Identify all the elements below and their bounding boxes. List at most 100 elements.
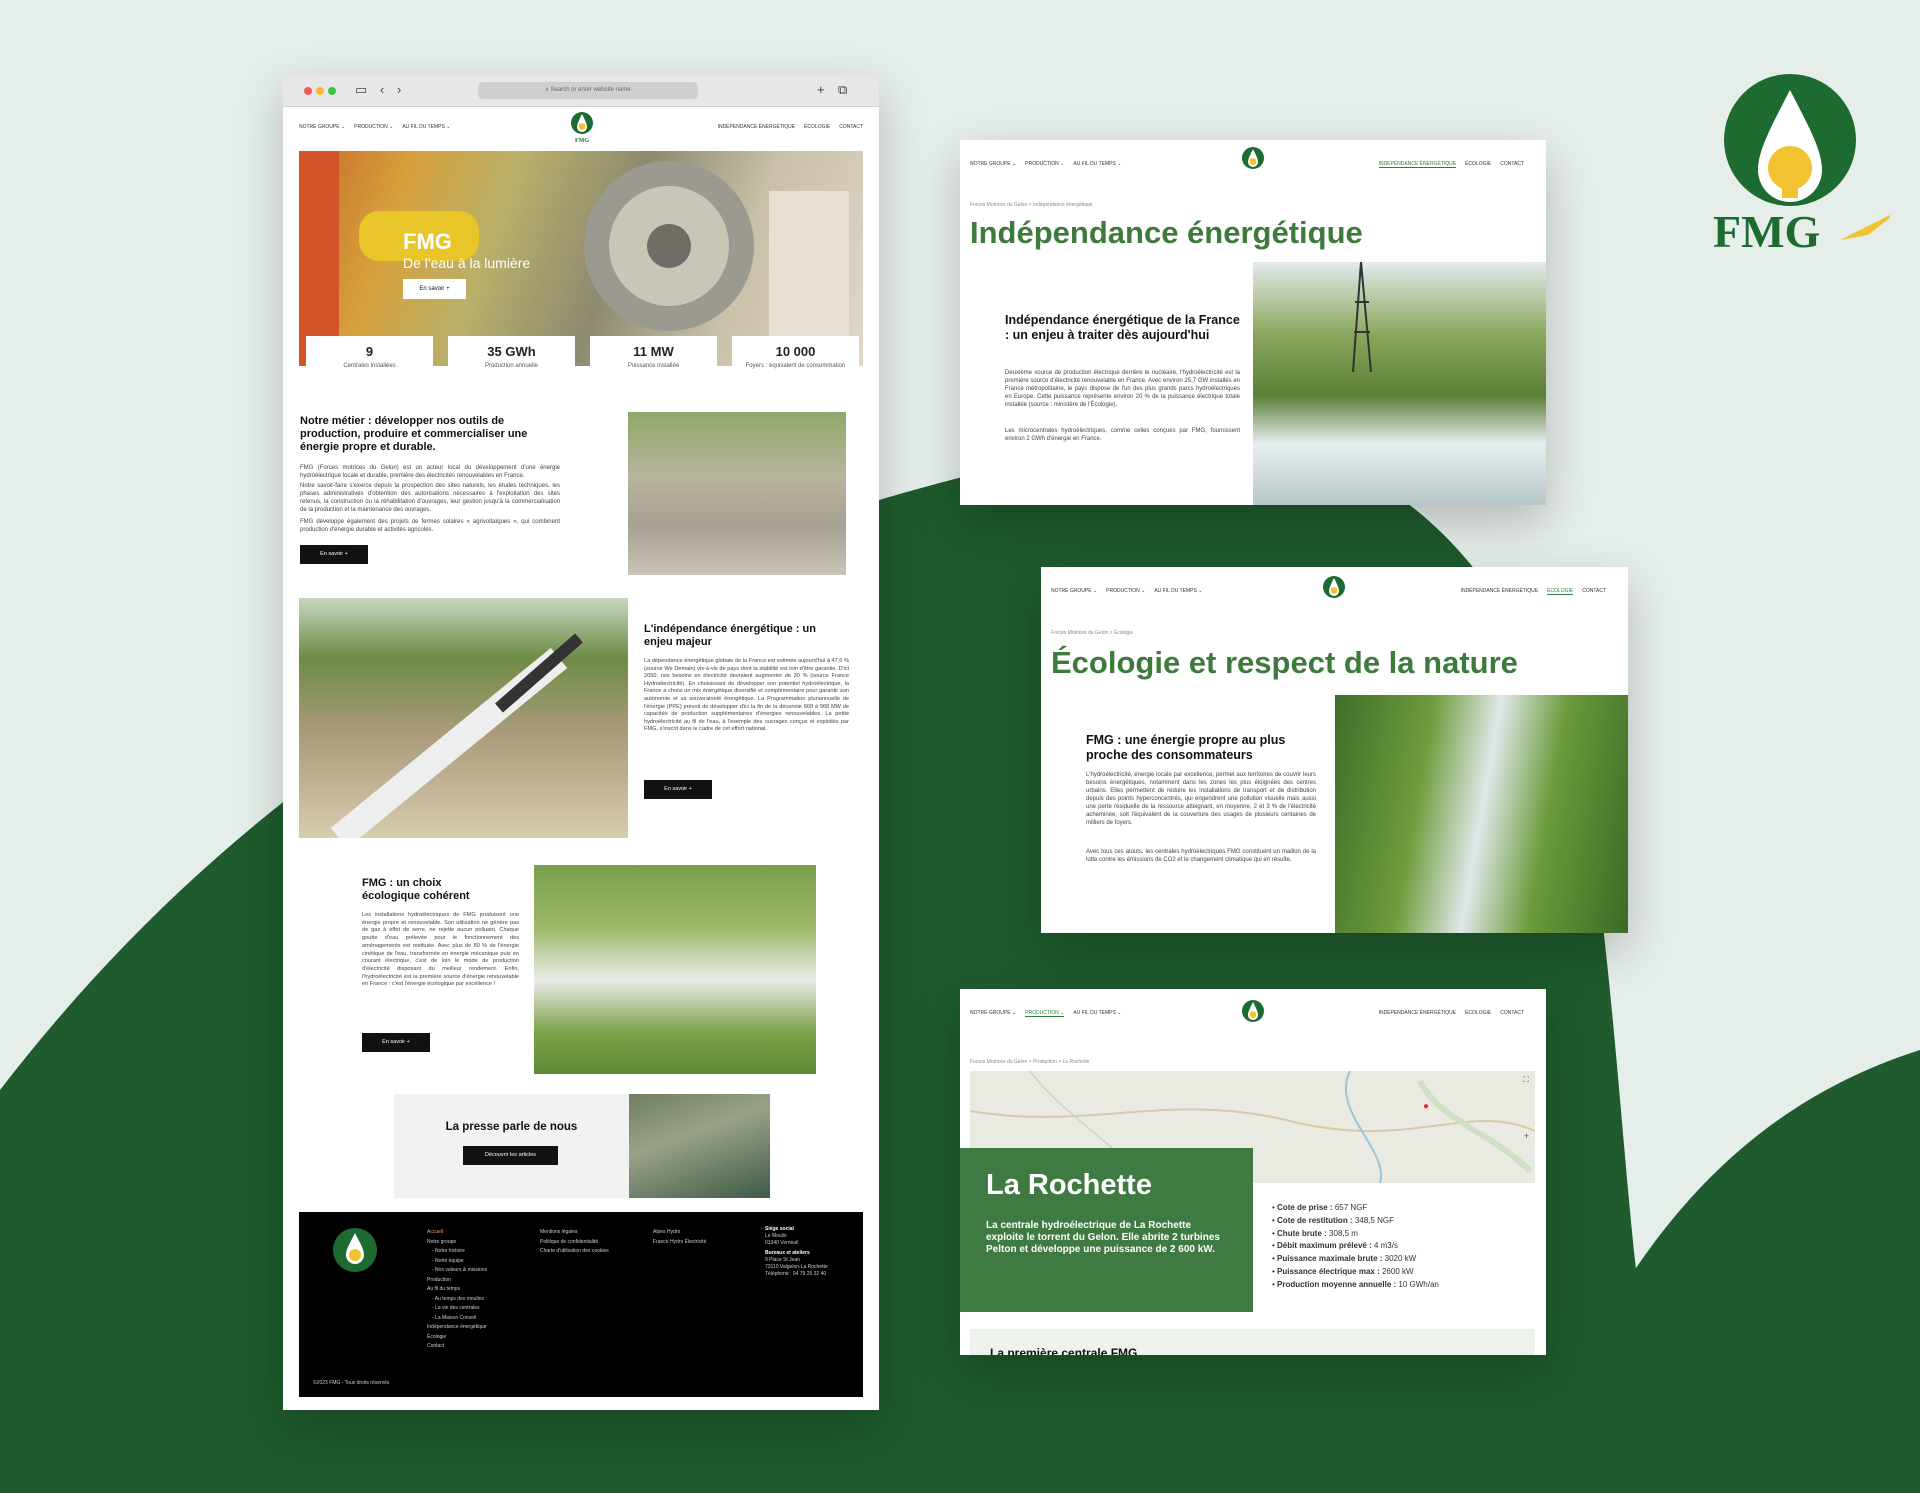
footer-link[interactable]: - La Maison Conseil [427,1314,487,1324]
nav-ecologie[interactable]: ÉCOLOGIE [1465,1010,1491,1016]
footer-col-address: Siège social Le Moulin 01340 Verneuil Bu… [765,1226,828,1278]
nav-contact[interactable]: CONTACT [1500,1010,1524,1016]
footer-heading: Bureaux et ateliers [765,1250,810,1256]
nav-ecologie[interactable]: ÉCOLOGIE [1547,588,1574,595]
site-logo-icon[interactable] [1240,146,1266,180]
minimize-dot[interactable] [316,87,324,95]
nav-notre-groupe[interactable]: NOTRE GROUPE ⌄ [970,1010,1016,1017]
spec-item: • Puissance maximale brute : 3020 kW [1272,1254,1417,1264]
nav-contact[interactable]: CONTACT [1500,161,1524,168]
footer-link[interactable]: Production [427,1276,487,1286]
url-bar[interactable]: ⌕ Search or enter website name [478,82,698,99]
stat-label: Centrales installées [343,363,396,369]
breadcrumb[interactable]: Forces Motrices du Gelon > Écologie [1051,630,1133,636]
site-nav: NOTRE GROUPE ⌄ PRODUCTION ⌄ AU FIL DU TE… [283,107,879,149]
footer-link[interactable]: Accueil [427,1228,487,1238]
footer-link[interactable]: Mentions légales [540,1228,609,1238]
card-nav: NOTRE GROUPE ⌄ PRODUCTION ⌄ AU FIL DU TEMP… [960,989,1546,1039]
breadcrumb[interactable]: Forces Motrices du Gelon > Production > … [970,1059,1090,1065]
breadcrumb[interactable]: Forces Motrices du Gelon > Indépendance … [970,202,1092,208]
browser-toolbar: ▭ ‹ › ⌕ Search or enter website name + ⧉ [283,75,879,107]
page-title: La Rochette [986,1169,1152,1201]
maximize-dot[interactable] [328,87,336,95]
footer-link[interactable]: - Notre équipe [427,1257,487,1267]
footer-col-partners: Alpes Hydro France Hydro Électricité [653,1228,706,1247]
footer-link[interactable]: - La vie des centrales [427,1304,487,1314]
footer-link[interactable]: - Notre histoire [427,1247,487,1257]
footer-link[interactable]: France Hydro Électricité [653,1238,706,1248]
nav-au-fil-du-temps[interactable]: AU FIL DU TEMPS ⌄ [1073,161,1121,167]
independance-button[interactable]: En savoir + [644,780,712,799]
metier-button[interactable]: En savoir + [300,545,368,564]
nav-notre-groupe[interactable]: NOTRE GROUPE ⌄ [1051,588,1097,594]
stat-card: 9 Centrales installées [306,336,433,386]
nav-au-fil-du-temps[interactable]: AU FIL DU TEMPS ⌄ [1154,588,1202,594]
spec-label: Puissance électrique max : [1277,1266,1380,1276]
nav-production[interactable]: PRODUCTION ⌄ [1025,1010,1065,1017]
spec-label: Cote de prise : [1277,1203,1333,1212]
footer-link[interactable]: - Au temps des moulins [427,1295,487,1305]
site-logo-icon[interactable] [1240,999,1266,1033]
spec-value: 657 NGF [1334,1203,1368,1212]
choix-button[interactable]: En savoir + [362,1033,430,1052]
stat-label: Puissance installée [627,363,680,369]
page-title: Écologie et respect de la nature [1051,645,1518,680]
new-tab-icon[interactable]: + [817,82,825,97]
page-card-ecologie: NOTRE GROUPE ⌄ PRODUCTION ⌄ AU FIL DU TEMP… [1041,567,1628,933]
footer-link[interactable]: Contact [427,1342,487,1352]
site-logo-text: FMG [575,138,589,144]
nav-independance[interactable]: INDÉPENDANCE ÉNERGÉTIQUE [1378,161,1457,168]
nav-au-fil-du-temps[interactable]: AU FIL DU TEMPS ⌄ [1073,1010,1121,1017]
back-icon[interactable]: ‹ [380,82,384,97]
footer-text: 9 Place St Jean [765,1257,801,1263]
spec-value: 308,5 m [1329,1228,1358,1238]
card-nav: NOTRE GROUPE ⌄ PRODUCTION ⌄ AU FIL DU TEMP… [1041,567,1628,617]
nav-notre-groupe[interactable]: NOTRE GROUPE ⌄ [970,161,1016,167]
nav-notre-groupe[interactable]: NOTRE GROUPE ⌄ [299,124,345,130]
metier-paragraph-2: Notre savoir-faire s'exerce depuis la pr… [300,483,560,513]
footer-link[interactable]: Au fil du temps [427,1285,487,1295]
nav-production[interactable]: PRODUCTION ⌄ [354,124,393,130]
site-logo-icon[interactable] [1321,575,1347,609]
footer-link[interactable]: Écologie [427,1333,487,1343]
next-section-title: La première centrale FMG [990,1346,1138,1355]
footer-link[interactable]: Alpes Hydro [653,1228,706,1238]
nav-contact[interactable]: CONTACT [839,124,863,130]
tabs-icon[interactable]: ⧉ [838,82,847,98]
pylon-shape [1352,262,1372,373]
choix-title: FMG : un choix écologique cohérent [362,877,470,903]
nav-independance[interactable]: INDÉPENDANCE ÉNERGÉTIQUE [718,124,796,130]
nav-independance[interactable]: INDÉPENDANCE ÉNERGÉTIQUE [1461,588,1539,595]
page-card-independance: NOTRE GROUPE ⌄ PRODUCTION ⌄ AU FIL DU TEMP… [960,140,1546,505]
footer-link[interactable]: - Nos valeurs & missions [427,1266,487,1276]
footer-link[interactable]: Charte d'utilisation des cookies [540,1247,609,1257]
spec-value: 3020 kW [1384,1254,1417,1264]
site-logo-icon[interactable]: FMG [569,111,595,145]
fullscreen-icon[interactable]: ⛶ [1523,1075,1529,1085]
metier-title: Notre métier : développer nos outils de … [300,415,528,454]
nav-ecologie[interactable]: ÉCOLOGIE [804,124,830,130]
nav-production[interactable]: PRODUCTION ⌄ [1025,161,1064,167]
sidebar-icon[interactable]: ▭ [355,82,367,98]
pipeline-image [299,598,628,838]
footer-link[interactable]: Notre groupe [427,1238,487,1248]
specs-list: • Cote de prise : 657 NGF • Cote de rest… [1272,1202,1439,1292]
presse-button[interactable]: Découvrir les articles [463,1146,558,1165]
independance-paragraph: La dépendance énergétique globale de la … [644,658,849,733]
spec-item: • Chute brute : 308,5 m [1272,1228,1358,1238]
nav-production[interactable]: PRODUCTION ⌄ [1106,588,1145,594]
footer-link[interactable]: Politique de confidentialité [540,1238,609,1248]
nav-au-fil-du-temps[interactable]: AU FIL DU TEMPS ⌄ [402,124,450,130]
footer-phone[interactable]: Téléphone : 04 79 25 32 40 [765,1271,828,1278]
nav-independance[interactable]: INDÉPENDANCE ÉNERGÉTIQUE [1379,1010,1457,1016]
footer-link[interactable]: Indépendance énergétique [427,1323,487,1333]
close-dot[interactable] [304,87,312,95]
nav-contact[interactable]: CONTACT [1582,588,1606,595]
nav-ecologie[interactable]: ÉCOLOGIE [1465,161,1491,168]
hero-button[interactable]: En savoir + [403,279,466,299]
spec-label: Production moyenne annuelle : [1277,1279,1397,1289]
map-pin-icon[interactable]: ● [1423,1101,1429,1112]
spec-value: 4 m3/s [1373,1241,1398,1251]
zoom-in-icon[interactable]: + [1524,1131,1529,1141]
forward-icon[interactable]: › [397,82,401,97]
